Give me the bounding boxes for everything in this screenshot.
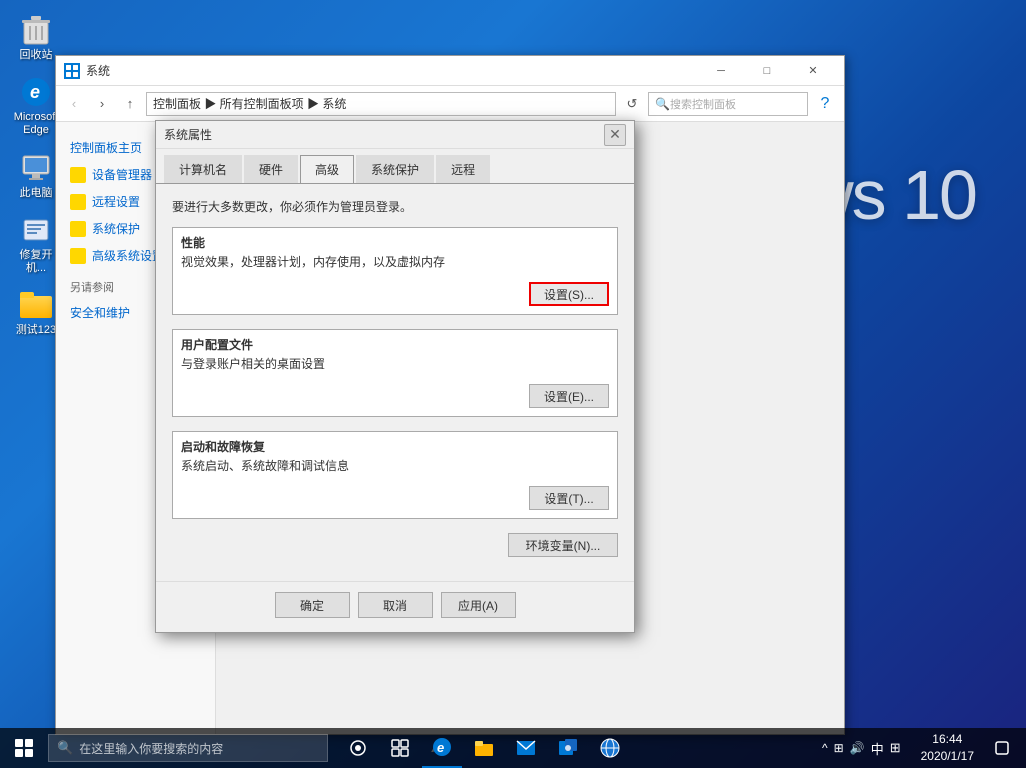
- address-path[interactable]: 控制面板 ▶ 所有控制面板项 ▶ 系统: [146, 92, 616, 116]
- dialog-titlebar: 系统属性 ✕: [156, 121, 634, 149]
- system-window-controls: ─ □ ✕: [698, 56, 836, 86]
- section-user-profiles-label: 用户配置文件: [173, 330, 617, 355]
- section-user-profiles-desc: 与登录账户相关的桌面设置: [173, 355, 617, 380]
- user-profiles-settings-button[interactable]: 设置(E)...: [529, 384, 609, 408]
- shield-icon-advanced: [70, 248, 86, 264]
- taskbar-search-text: 在这里输入你要搜索的内容: [79, 740, 223, 757]
- folder-img: [20, 292, 52, 318]
- taskbar-search[interactable]: 🔍 在这里输入你要搜索的内容: [48, 734, 328, 762]
- tab-system-protection[interactable]: 系统保护: [356, 155, 434, 183]
- address-bar: ‹ › ↑ 控制面板 ▶ 所有控制面板项 ▶ 系统 ↺ 🔍 搜索控制面板 ?: [56, 86, 844, 122]
- taskbar-app-icons: e: [338, 728, 630, 768]
- section-startup: 启动和故障恢复 系统启动、系统故障和调试信息 设置(T)...: [172, 431, 618, 519]
- section-performance-desc: 视觉效果，处理器计划，内存使用，以及虚拟内存: [173, 253, 617, 278]
- taskbar-multitask[interactable]: [380, 728, 420, 768]
- taskbar-task-view[interactable]: [338, 728, 378, 768]
- refresh-button[interactable]: ↺: [620, 92, 644, 116]
- taskbar-globe[interactable]: [590, 728, 630, 768]
- taskbar-ime-icon[interactable]: ⊞: [890, 740, 901, 756]
- svg-text:e: e: [30, 82, 40, 102]
- taskbar-edge-app[interactable]: e: [422, 728, 462, 768]
- notification-icon: [995, 741, 1009, 755]
- mail-icon: [516, 740, 536, 756]
- taskbar-outlook[interactable]: [548, 728, 588, 768]
- tab-computer-name[interactable]: 计算机名: [164, 155, 242, 183]
- shield-icon-device: [70, 167, 86, 183]
- apply-button[interactable]: 应用(A): [441, 592, 516, 618]
- dialog-tabs: 计算机名 硬件 高级 系统保护 远程: [156, 149, 634, 184]
- help-button[interactable]: ?: [812, 91, 838, 117]
- chevron-up-icon[interactable]: ^: [822, 741, 828, 755]
- minimize-button[interactable]: ─: [698, 56, 744, 86]
- section-startup-desc: 系统启动、系统故障和调试信息: [173, 457, 617, 482]
- search-icon: 🔍: [655, 97, 670, 111]
- edge-taskbar-icon: e: [432, 737, 452, 757]
- system-window-titlebar: 系统 ─ □ ✕: [56, 56, 844, 86]
- section-performance: 性能 视觉效果，处理器计划，内存使用，以及虚拟内存 设置(S)...: [172, 227, 618, 315]
- taskbar-lang-icon[interactable]: 中: [871, 739, 884, 758]
- explorer-icon: [474, 739, 494, 757]
- cancel-button[interactable]: 取消: [358, 592, 433, 618]
- taskbar-network-icon[interactable]: ⊞: [834, 741, 844, 755]
- search-box[interactable]: 🔍 搜索控制面板: [648, 92, 808, 116]
- pc-icon: [20, 152, 52, 184]
- maximize-button[interactable]: □: [744, 56, 790, 86]
- windows-logo-icon: [15, 739, 33, 757]
- system-icon: [65, 64, 79, 78]
- taskbar: 🔍 在这里输入你要搜索的内容 e: [0, 728, 1026, 768]
- globe-icon: [600, 738, 620, 758]
- dialog-title: 系统属性: [164, 126, 604, 143]
- up-button[interactable]: ↑: [118, 92, 142, 116]
- startup-settings-button[interactable]: 设置(T)...: [529, 486, 609, 510]
- forward-button[interactable]: ›: [90, 92, 114, 116]
- recycle-bin-icon: [20, 14, 52, 46]
- section-user-profiles-btn-row: 设置(E)...: [173, 380, 617, 416]
- edge-icon: e: [20, 76, 52, 108]
- section-user-profiles: 用户配置文件 与登录账户相关的桌面设置 设置(E)...: [172, 329, 618, 417]
- repair-icon: [20, 214, 52, 246]
- section-startup-btn-row: 设置(T)...: [173, 482, 617, 518]
- dialog-notice: 要进行大多数更改，你必须作为管理员登录。: [172, 198, 618, 215]
- section-performance-label: 性能: [173, 228, 617, 253]
- section-startup-label: 启动和故障恢复: [173, 432, 617, 457]
- env-btn-row: 环境变量(N)...: [172, 533, 618, 557]
- performance-settings-button[interactable]: 设置(S)...: [529, 282, 609, 306]
- multitask-icon: [391, 739, 409, 757]
- close-button[interactable]: ✕: [790, 56, 836, 86]
- taskbar-mail[interactable]: [506, 728, 546, 768]
- tab-advanced[interactable]: 高级: [300, 155, 354, 183]
- tab-remote[interactable]: 远程: [436, 155, 490, 183]
- outlook-icon: [558, 738, 578, 758]
- system-window-icon: [64, 63, 80, 79]
- taskbar-volume-icon[interactable]: 🔊: [850, 741, 865, 755]
- ok-button[interactable]: 确定: [275, 592, 350, 618]
- taskbar-sys-icons: ^ ⊞ 🔊 中 ⊞: [814, 739, 909, 758]
- taskbar-explorer[interactable]: [464, 728, 504, 768]
- dialog-body: 要进行大多数更改，你必须作为管理员登录。 性能 视觉效果，处理器计划，内存使用，…: [156, 184, 634, 581]
- taskbar-search-icon: 🔍: [57, 740, 73, 756]
- system-properties-dialog[interactable]: 系统属性 ✕ 计算机名 硬件 高级 系统保护 远程 要进行大多数更改，你必须作为…: [155, 120, 635, 633]
- taskbar-right: ^ ⊞ 🔊 中 ⊞ 16:44 2020/1/17: [814, 728, 1026, 768]
- start-button[interactable]: [0, 728, 48, 768]
- dialog-footer: 确定 取消 应用(A): [156, 581, 634, 632]
- env-variables-button[interactable]: 环境变量(N)...: [508, 533, 618, 557]
- task-view-icon: [349, 739, 367, 757]
- notification-button[interactable]: [986, 728, 1018, 768]
- shield-icon-remote: [70, 194, 86, 210]
- svg-text:e: e: [437, 740, 444, 755]
- taskbar-clock[interactable]: 16:44 2020/1/17: [913, 731, 982, 765]
- tab-hardware[interactable]: 硬件: [244, 155, 298, 183]
- dialog-close-button[interactable]: ✕: [604, 124, 626, 146]
- section-performance-btn-row: 设置(S)...: [173, 278, 617, 314]
- back-button[interactable]: ‹: [62, 92, 86, 116]
- shield-icon-protection: [70, 221, 86, 237]
